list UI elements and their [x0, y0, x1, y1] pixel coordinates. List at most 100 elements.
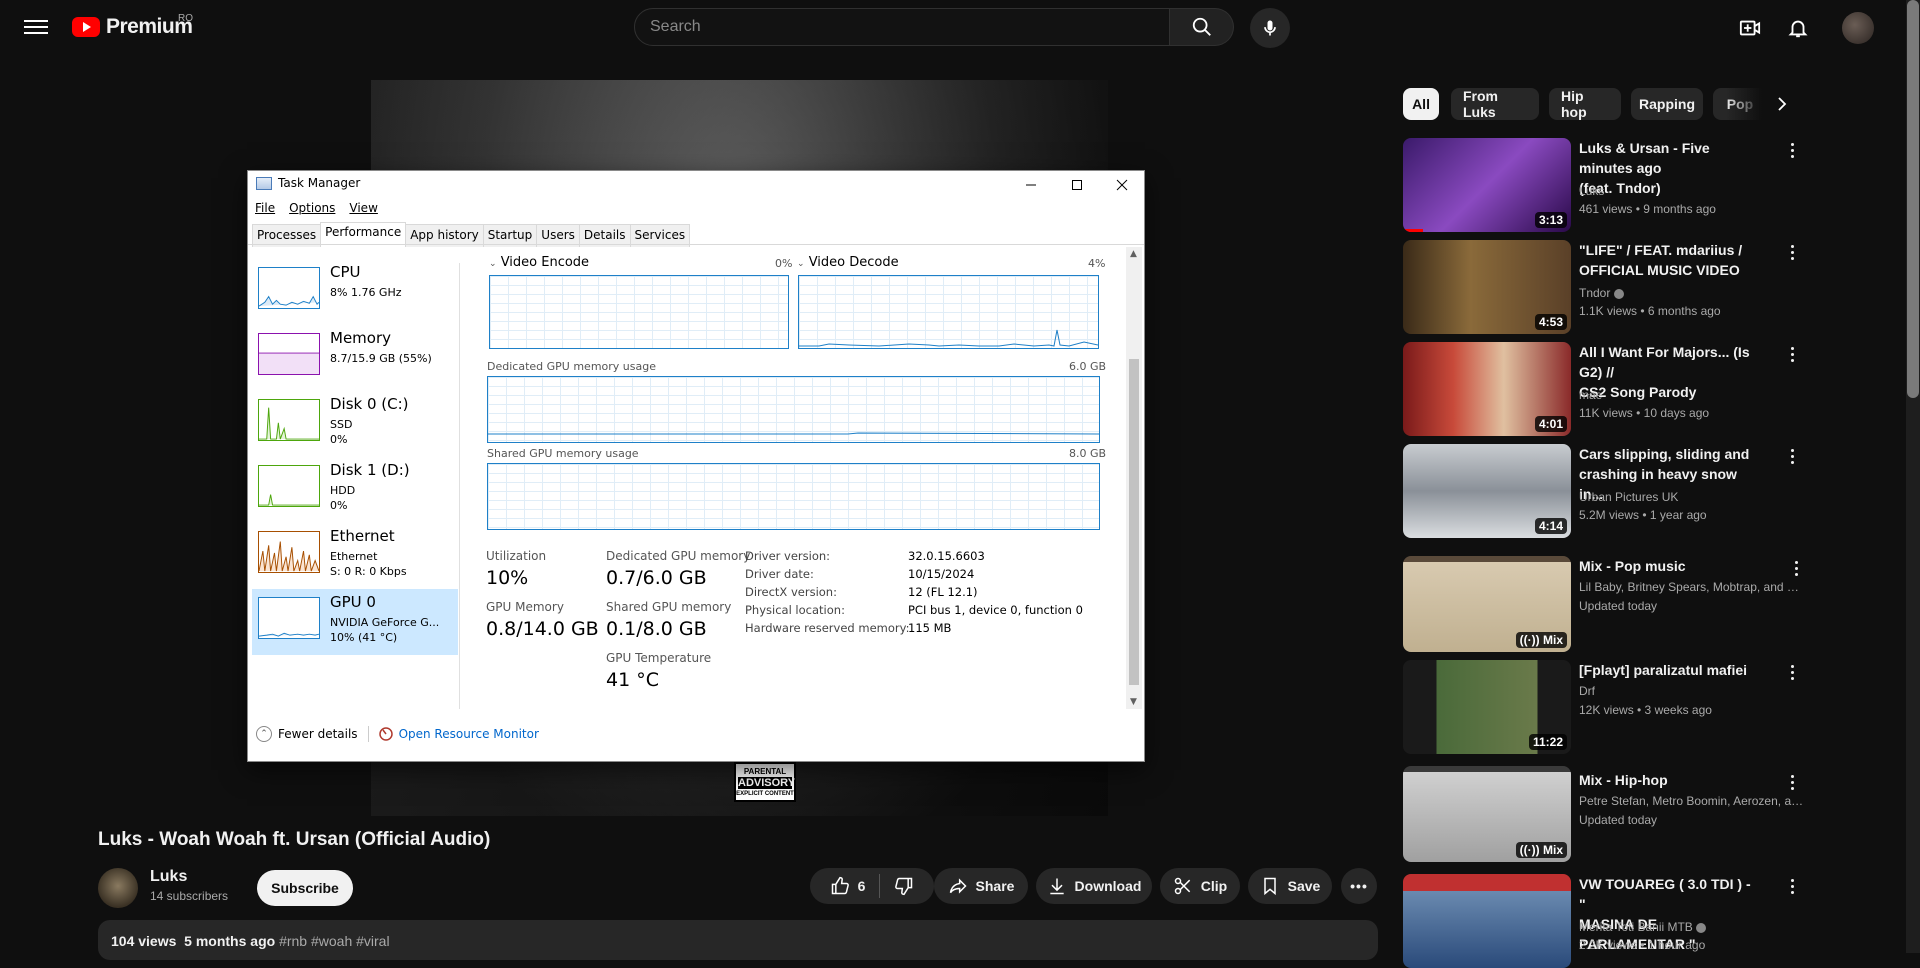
more-vertical-icon[interactable]: [1784, 772, 1800, 792]
voice-search-button[interactable]: [1250, 8, 1290, 48]
download-icon: [1049, 878, 1064, 895]
share-button[interactable]: Share: [934, 868, 1028, 904]
channel-name[interactable]: Luks: [150, 868, 187, 886]
search-icon: [1192, 17, 1211, 36]
sidebar-item-cpu[interactable]: CPU 8% 1.76 GHz: [252, 259, 458, 325]
maximize-button[interactable]: [1054, 171, 1099, 199]
advisory-line1: PARENTAL: [743, 767, 787, 776]
rec-title-5[interactable]: Mix - Pop music: [1579, 556, 1759, 576]
open-resource-monitor-link[interactable]: Open Resource Monitor: [399, 727, 539, 741]
download-button[interactable]: Download: [1036, 868, 1152, 904]
rec-channel-2[interactable]: Tndor: [1579, 284, 1804, 302]
rec-meta-4: 5.2M views • 1 year ago: [1579, 508, 1707, 522]
mix-badge: ((·)) Mix: [1515, 842, 1567, 858]
close-icon: [1116, 179, 1127, 191]
chips-next-button[interactable]: [1770, 92, 1794, 116]
fewer-details-link[interactable]: Fewer details: [278, 727, 358, 741]
task-manager-scrollbar[interactable]: ▲ ▼: [1126, 247, 1142, 709]
disk1-usage: 0%: [330, 499, 348, 512]
search-input[interactable]: [635, 9, 1169, 45]
rec-thumbnail-8[interactable]: [1403, 874, 1571, 968]
country-code: RO: [178, 13, 193, 24]
more-actions-button[interactable]: •••: [1341, 868, 1377, 904]
thumbs-down-icon[interactable]: [894, 876, 914, 896]
page-scrollbar-thumb[interactable]: [1907, 0, 1919, 398]
search-button[interactable]: [1170, 8, 1234, 46]
rec-thumbnail-5[interactable]: ((·)) Mix: [1403, 556, 1571, 652]
sidebar-item-memory[interactable]: Memory 8.7/15.9 GB (55%): [252, 325, 458, 391]
more-vertical-icon[interactable]: [1784, 876, 1800, 896]
chevron-up-icon[interactable]: ⌃: [256, 726, 272, 742]
hashtags[interactable]: #rnb #woah #viral: [279, 933, 390, 949]
close-button[interactable]: [1099, 171, 1144, 199]
notifications-button[interactable]: [1786, 16, 1810, 40]
maximize-icon: [1071, 180, 1082, 190]
more-vertical-icon[interactable]: [1788, 558, 1804, 578]
video-encode-title: ⌄ Video Encode: [489, 255, 590, 270]
chevron-down-icon[interactable]: ⌄: [797, 259, 805, 269]
chip-hip-hop[interactable]: Hip hop: [1549, 88, 1621, 120]
chip-all[interactable]: All: [1403, 88, 1439, 120]
sidebar-item-gpu0[interactable]: GPU 0 NVIDIA GeForce G... 10% (41 °C): [252, 589, 458, 655]
clip-button[interactable]: Clip: [1160, 868, 1240, 904]
more-vertical-icon[interactable]: [1784, 140, 1800, 160]
like-dislike-group: 6: [810, 868, 934, 904]
rec-channel-5[interactable]: Lil Baby, Britney Spears, Mobtrap, and m…: [1579, 578, 1804, 596]
rec-thumbnail-3[interactable]: 4:01: [1403, 342, 1571, 436]
rec-title-2[interactable]: "LIFE" / FEAT. mdariius / OFFICIAL MUSIC …: [1579, 240, 1759, 280]
more-vertical-icon[interactable]: [1784, 446, 1800, 466]
driver-date-value: 10/15/2024: [908, 567, 975, 581]
menu-file[interactable]: File: [255, 201, 275, 215]
sidebar-item-ethernet[interactable]: Ethernet Ethernet S: 0 R: 0 Kbps: [252, 523, 458, 589]
rec-title-6[interactable]: [Fplayt] paralizatul mafiei: [1579, 660, 1759, 680]
scrollbar-thumb[interactable]: [1129, 359, 1139, 685]
minimize-button[interactable]: [1008, 171, 1053, 199]
menu-view[interactable]: View: [349, 201, 377, 215]
rec-thumbnail-4[interactable]: 4:14: [1403, 444, 1571, 538]
menu-options[interactable]: Options: [289, 201, 335, 215]
scroll-up-icon[interactable]: ▲: [1130, 249, 1137, 259]
like-button[interactable]: 6: [830, 876, 865, 896]
chip-from-luks[interactable]: From Luks: [1451, 88, 1539, 120]
disk0-label: Disk 0 (C:): [330, 395, 409, 413]
more-vertical-icon[interactable]: [1784, 662, 1800, 682]
rec-thumbnail-6[interactable]: 11:22: [1403, 660, 1571, 754]
rec-thumbnail-2[interactable]: 4:53: [1403, 240, 1571, 334]
subscribe-button[interactable]: Subscribe: [257, 870, 353, 906]
rec-channel-1[interactable]: Luks: [1579, 182, 1804, 200]
more-vertical-icon[interactable]: [1784, 344, 1800, 364]
disk1-type: HDD: [330, 484, 356, 497]
cpu-label: CPU: [330, 263, 361, 281]
mix-icon: ((·)): [1519, 843, 1543, 857]
performance-sidebar: CPU 8% 1.76 GHz Memory 8.7/15.9 GB (55%)…: [252, 259, 458, 655]
youtube-premium-logo[interactable]: Premium RO: [72, 13, 193, 39]
menu-icon[interactable]: [24, 16, 48, 40]
chevron-down-icon[interactable]: ⌄: [489, 259, 497, 269]
gpu-temperature-label: GPU Temperature: [606, 651, 712, 665]
rec-thumbnail-1[interactable]: 3:13: [1403, 138, 1571, 232]
sidebar-item-disk1[interactable]: Disk 1 (D:) HDD 0%: [252, 457, 458, 523]
tab-performance[interactable]: Performance: [320, 222, 407, 245]
disk0-sparkline: [258, 399, 320, 441]
rec-thumbnail-7[interactable]: ((·)) Mix: [1403, 766, 1571, 862]
rec-channel-8[interactable]: Merita Toti Banii MTB: [1579, 918, 1804, 936]
account-avatar[interactable]: [1842, 12, 1874, 44]
rec-title-7[interactable]: Mix - Hip-hop: [1579, 770, 1759, 790]
more-vertical-icon[interactable]: [1784, 242, 1800, 262]
sidebar-item-disk0[interactable]: Disk 0 (C:) SSD 0%: [252, 391, 458, 457]
physical-location-value: PCI bus 1, device 0, function 0: [908, 603, 1083, 617]
gpu-memory-label: GPU Memory: [486, 600, 564, 614]
rec-channel-6[interactable]: Drf: [1579, 682, 1804, 700]
save-button[interactable]: Save: [1248, 868, 1332, 904]
rec-channel-4[interactable]: Urban Pictures UK: [1579, 488, 1804, 506]
scroll-down-icon[interactable]: ▼: [1130, 697, 1137, 707]
video-decode-percent: 4%: [1088, 257, 1106, 270]
rec-channel-7[interactable]: Petre Stefan, Metro Boomin, Aerozen, an.…: [1579, 792, 1804, 810]
create-button[interactable]: [1738, 16, 1762, 40]
duration-badge: 11:22: [1528, 734, 1567, 750]
channel-avatar[interactable]: [98, 868, 138, 908]
disk1-label: Disk 1 (D:): [330, 461, 410, 479]
disk1-sparkline: [258, 465, 320, 507]
rec-channel-3[interactable]: mae: [1579, 386, 1804, 404]
chip-rapping[interactable]: Rapping: [1631, 88, 1703, 120]
